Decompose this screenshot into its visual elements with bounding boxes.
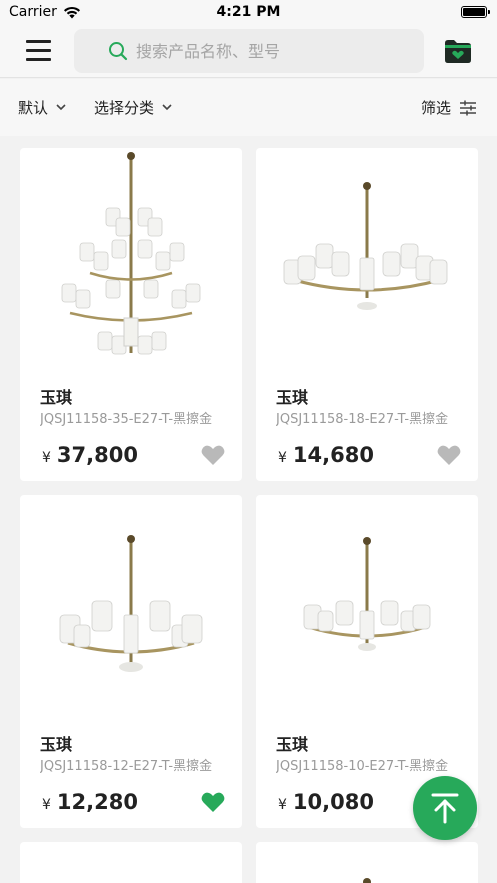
chevron-down-icon <box>162 104 172 111</box>
product-grid: 玉琪 JQSJ11158-35-E27-T-黑擦金 ¥ 37,800 玉琪 JQ… <box>0 136 497 883</box>
price-amount: 12,280 <box>56 790 138 814</box>
search-icon <box>109 42 128 61</box>
search-input[interactable] <box>136 37 406 65</box>
chandelier-image <box>303 537 431 651</box>
price-amount: 14,680 <box>292 443 374 467</box>
chevron-down-icon <box>56 104 66 111</box>
product-price: ¥ 14,680 <box>278 443 374 467</box>
product-brand: 玉琪 <box>276 388 309 407</box>
filter-bar: 默认 选择分类 筛选 <box>0 79 497 136</box>
product-model: JQSJ11158-35-E27-T-黑擦金 <box>40 412 213 427</box>
price-amount: 37,800 <box>56 443 138 467</box>
product-model: JQSJ11158-10-E27-T-黑擦金 <box>276 759 449 774</box>
back-to-top-button[interactable] <box>413 776 477 840</box>
arrow-up-to-top-icon <box>431 793 459 824</box>
status-bar: Carrier 4:21 PM <box>0 0 497 24</box>
category-label: 选择分类 <box>94 99 155 117</box>
hamburger-menu-icon[interactable] <box>26 40 52 62</box>
product-brand: 玉琪 <box>40 735 73 754</box>
product-model: JQSJ11158-18-E27-T-黑擦金 <box>276 412 449 427</box>
currency-symbol: ¥ <box>42 797 51 813</box>
sliders-icon <box>460 100 476 115</box>
filter-button[interactable]: 筛选 <box>421 97 477 118</box>
currency-symbol: ¥ <box>42 450 51 466</box>
filter-label: 筛选 <box>420 99 451 117</box>
product-price: ¥ 37,800 <box>42 443 138 467</box>
product-card[interactable] <box>256 842 478 883</box>
status-time: 4:21 PM <box>216 4 281 20</box>
currency-symbol: ¥ <box>278 450 287 466</box>
product-model: JQSJ11158-12-E27-T-黑擦金 <box>40 759 213 774</box>
price-amount: 10,080 <box>292 790 374 814</box>
product-card[interactable]: 玉琪 JQSJ11158-12-E27-T-黑擦金 ¥ 12,280 <box>20 495 242 828</box>
heart-icon[interactable] <box>436 443 462 467</box>
product-card[interactable] <box>20 842 242 883</box>
chandelier-image <box>59 535 203 672</box>
product-price: ¥ 10,080 <box>278 790 374 814</box>
heart-icon[interactable] <box>200 790 226 814</box>
product-brand: 玉琪 <box>40 388 73 407</box>
sort-dropdown[interactable]: 默认 <box>18 97 66 118</box>
product-card[interactable]: 玉琪 JQSJ11158-18-E27-T-黑擦金 ¥ 14,680 <box>256 148 478 481</box>
product-card[interactable]: 玉琪 JQSJ11158-35-E27-T-黑擦金 ¥ 37,800 <box>20 148 242 481</box>
product-brand: 玉琪 <box>276 735 309 754</box>
chandelier-image <box>61 152 201 355</box>
favorites-folder-icon[interactable] <box>444 38 472 64</box>
chandelier-image <box>363 878 371 883</box>
currency-symbol: ¥ <box>278 797 287 813</box>
product-price: ¥ 12,280 <box>42 790 138 814</box>
battery-icon <box>461 6 490 18</box>
heart-icon[interactable] <box>200 443 226 467</box>
screen: Carrier 4:21 PM 搜索产品名称、型号 默认 选择分类 筛选 玉琪 … <box>0 0 497 883</box>
category-dropdown[interactable]: 选择分类 <box>94 97 172 118</box>
sort-label: 默认 <box>18 99 49 117</box>
chandelier-image <box>283 182 448 310</box>
header <box>0 24 497 78</box>
search-box[interactable] <box>74 29 424 73</box>
